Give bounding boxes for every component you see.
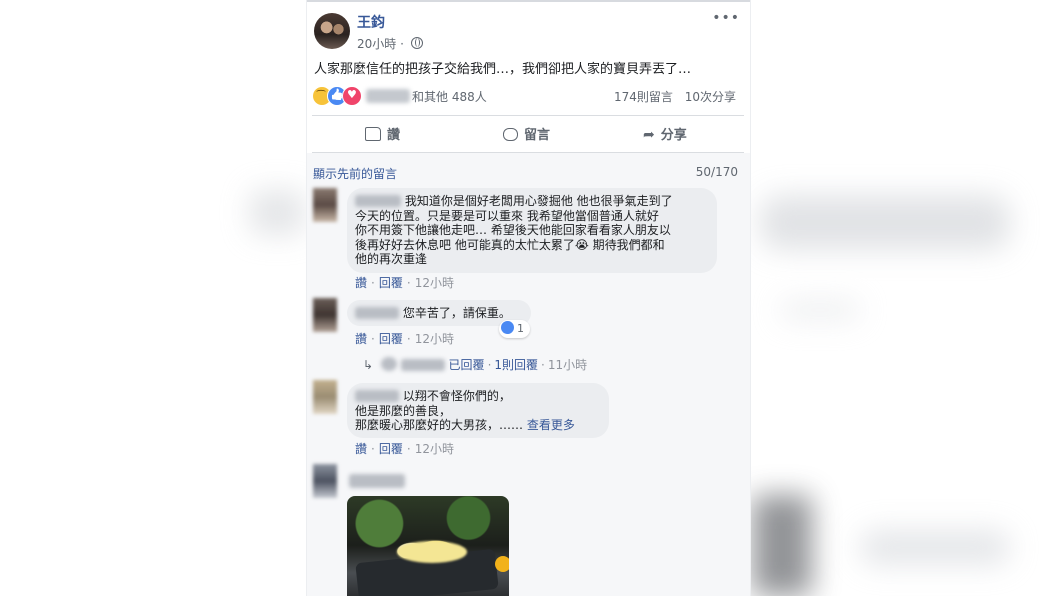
comment-reaction-badge[interactable]: 1 (499, 320, 530, 338)
love-reaction-icon (342, 86, 362, 106)
thumbs-up-icon (365, 127, 381, 141)
comment-time[interactable]: 12小時 (415, 442, 454, 456)
comment-actions: 讚 · 回覆 · 12小時 (355, 276, 454, 290)
author-avatar[interactable] (314, 13, 350, 49)
comment-reaction-count: 1 (517, 322, 524, 335)
reply-avatar (380, 357, 397, 371)
divider (312, 115, 744, 116)
comment-reply-link[interactable]: 回覆 (379, 332, 403, 346)
comment-time[interactable]: 12小時 (415, 276, 454, 290)
comment-time[interactable]: 12小時 (415, 332, 454, 346)
comment-like-link[interactable]: 讚 (355, 442, 367, 456)
comment-actions: 讚 · 回覆 · 12小時 (355, 332, 454, 346)
share-button[interactable]: ➦ 分享 (643, 124, 687, 143)
photo-sunflower (495, 556, 509, 572)
share-arrow-icon: ➦ (643, 127, 655, 143)
post-text: 人家那麼信任的把孩子交給我們…，我們卻把人家的寶貝弄丟了… (314, 62, 692, 77)
comment-line: 以翔不會怪你們的， (402, 389, 511, 403)
comment-text: 您辛苦了，請保重。 (355, 306, 511, 321)
reply-count: 1則回覆 (494, 358, 539, 372)
background-blur (780, 300, 860, 320)
blurred-replier-name (400, 359, 445, 371)
commenter-avatar[interactable] (313, 298, 337, 332)
view-previous-comments-link[interactable]: 顯示先前的留言 (313, 165, 397, 182)
background-blur (760, 195, 1010, 250)
photo-flowers (397, 541, 467, 563)
shares-count[interactable]: 10次分享 (685, 90, 736, 104)
comment-line: 我知道你是個好老闆用心發掘他 他也很爭氣走到了 (404, 194, 673, 208)
comment-reply-link[interactable]: 回覆 (379, 442, 403, 456)
post-time[interactable]: 20小時 (357, 37, 396, 51)
like-button[interactable]: 讚 (365, 124, 400, 143)
reaction-others-text[interactable]: 和其他 488人 (412, 88, 487, 105)
reply-arrow-icon: ↳ (363, 358, 374, 372)
see-more-link[interactable]: 查看更多 (527, 418, 575, 432)
comment-line: 今天的位置。只是要是可以重來 我希望他當個普通人就好 (355, 208, 659, 223)
commenter-avatar[interactable] (313, 464, 337, 498)
share-label: 分享 (660, 128, 687, 143)
post-action-bar: 讚 留言 ➦ 分享 (307, 118, 750, 150)
like-label: 讚 (387, 128, 401, 143)
comment-label: 留言 (524, 128, 551, 143)
reply-time: 11小時 (547, 358, 588, 372)
like-reaction-icon (501, 321, 514, 334)
comment-photo[interactable] (347, 496, 509, 596)
comment-button[interactable]: 留言 (503, 124, 550, 143)
comment-text: 以翔不會怪你們的， 他是那麼的善良， 那麼暖心那麼好的大男孩，…… 查看更多 (355, 389, 575, 433)
comment-ellipsis: …… (499, 418, 524, 432)
commenter-avatar[interactable] (313, 188, 337, 222)
globe-icon[interactable] (410, 37, 423, 49)
reply-summary[interactable]: ↳ 已回覆 · 1則回覆 · 11小時 (363, 356, 587, 373)
background-blur (752, 495, 812, 596)
comment-line: 後再好好去休息吧 他可能真的太忙太累了😭 期待我們都和 (355, 237, 665, 252)
more-options-icon[interactable]: ••• (712, 10, 740, 26)
comment-actions: 讚 · 回覆 · 12小時 (355, 442, 454, 456)
background-blur (250, 190, 305, 235)
comment-like-link[interactable]: 讚 (355, 332, 367, 346)
comments-pagination-count: 50/170 (695, 165, 738, 179)
blurred-commenter-name[interactable] (349, 474, 405, 488)
comment-reply-link[interactable]: 回覆 (379, 276, 403, 290)
post-top-border (307, 0, 750, 2)
commenter-avatar[interactable] (313, 380, 337, 414)
blurred-reactor-name (366, 89, 410, 103)
comment-text: 我知道你是個好老闆用心發掘他 他也很爭氣走到了 今天的位置。只是要是可以重來 我… (355, 194, 673, 267)
comments-count[interactable]: 174則留言 (614, 90, 673, 104)
post-meta: 20小時 · (357, 35, 423, 52)
blurred-commenter-name[interactable] (355, 307, 399, 319)
comment-line: 你不用簽下他讓他走吧… 希望後天他能回家看看家人朋友以 (355, 223, 671, 237)
replied-label: 已回覆 (448, 358, 485, 372)
comment-like-link[interactable]: 讚 (355, 276, 367, 290)
comment-line: 您辛苦了，請保重。 (402, 306, 511, 320)
blurred-commenter-name[interactable] (355, 390, 399, 402)
comment-line: 那麼暖心那麼好的大男孩， (355, 418, 500, 432)
facebook-post: 王鈞 20小時 · ••• 人家那麼信任的把孩子交給我們…，我們卻把人家的寶貝弄… (307, 0, 750, 596)
comment-bubble-icon (503, 128, 518, 141)
comment-line: 他是那麼的善良， (355, 403, 452, 418)
blurred-commenter-name[interactable] (355, 195, 401, 207)
comment-line: 他的再次重逢 (355, 252, 428, 266)
background-blur (860, 530, 1010, 565)
engagement-counts: 174則留言 10次分享 (606, 88, 736, 105)
author-name[interactable]: 王鈞 (357, 12, 385, 32)
